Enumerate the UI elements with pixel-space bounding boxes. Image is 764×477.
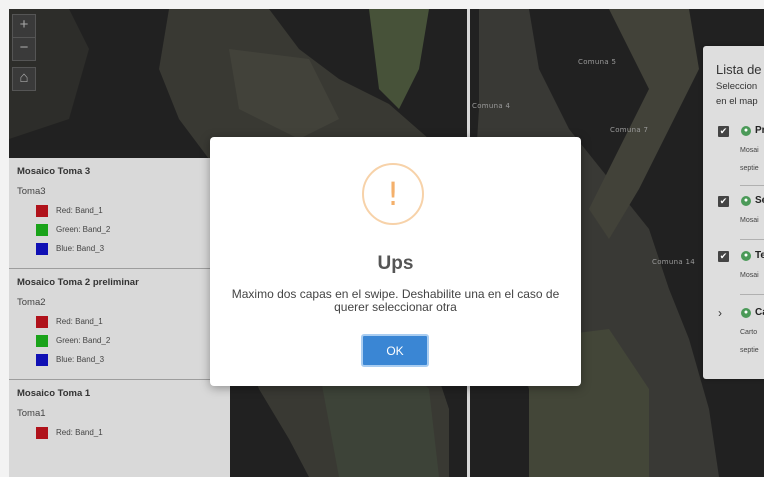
warning-icon: ! [362,163,424,225]
legend-row-label: Red: Band_1 [56,428,103,437]
legend-layer-name: Toma1 [17,408,46,419]
green-swatch [36,334,48,347]
app-frame: Comuna 5 Comuna 4 Comuna 7 Comuna 14 + −… [0,0,764,477]
layer-name: Ca [755,307,764,318]
globe-icon: ● [741,308,751,318]
green-swatch [36,223,48,236]
legend-layer-name: Toma2 [17,297,46,308]
legend-title: Mosaico Toma 2 preliminar [17,277,139,288]
globe-icon: ● [741,196,751,206]
legend-row-red: Red: Band_1 [17,201,222,220]
legend-block-toma2: Mosaico Toma 2 preliminar Toma2 Red: Ban… [9,277,230,369]
layer-progress-line [740,294,764,295]
ok-button[interactable]: OK [361,334,429,367]
layer-name: Pr [755,125,764,136]
layer-desc-2: septie [740,347,759,354]
layer-list-panel: Lista de Seleccion en el map ✔ ● Pr Mosa… [703,46,764,379]
dialog-title: Ups [377,253,414,274]
alert-dialog: ! Ups Maximo dos capas en el swipe. Desh… [210,137,581,386]
layer-list-subtitle: Seleccion [716,81,758,92]
layer-list-title: Lista de [716,62,762,77]
legend-divider [9,379,230,380]
legend-row-label: Blue: Band_3 [56,355,105,364]
layer-list-subtitle-2: en el map [716,96,758,107]
red-swatch [36,204,48,217]
legend-title: Mosaico Toma 3 [17,166,91,177]
blue-swatch [36,353,48,366]
red-swatch [36,315,48,328]
legend-row-green: Green: Band_2 [17,331,222,350]
plus-icon: + [19,16,29,33]
legend-row-label: Red: Band_1 [56,206,103,215]
layer-checkbox[interactable]: ✔ [718,196,729,207]
legend-row-label: Green: Band_2 [56,336,111,345]
legend-panel: Mosaico Toma 3 Toma3 Red: Band_1 Green: … [9,158,230,477]
layer-progress-line [740,185,764,186]
home-icon: ⌂ [19,69,29,86]
map-label-comuna-5: Comuna 5 [578,58,617,66]
layer-desc: Mosai [740,272,759,279]
layer-desc: Mosai [740,147,759,154]
globe-icon: ● [741,126,751,136]
layer-checkbox[interactable]: ✔ [718,126,729,137]
zoom-out-button[interactable]: − [12,37,36,61]
map-label-comuna-4: Comuna 4 [472,102,511,110]
zoom-in-button[interactable]: + [12,14,36,38]
home-button[interactable]: ⌂ [12,67,36,91]
globe-icon: ● [741,251,751,261]
legend-row-blue: Blue: Band_3 [17,350,222,369]
layer-checkbox[interactable]: ✔ [718,251,729,262]
legend-row-label: Blue: Band_3 [56,244,105,253]
legend-layer-name: Toma3 [17,186,46,197]
layer-name: Te [755,250,764,261]
dialog-message: Maximo dos capas en el swipe. Deshabilit… [231,287,560,314]
map-label-comuna-7: Comuna 7 [610,126,649,134]
legend-row-red: Red: Band_1 [17,423,222,442]
chevron-right-icon[interactable]: › [718,306,722,320]
legend-block-toma1: Mosaico Toma 1 Toma1 Red: Band_1 [9,388,230,442]
layer-progress-line [740,239,764,240]
legend-block-toma3: Mosaico Toma 3 Toma3 Red: Band_1 Green: … [9,166,230,258]
legend-title: Mosaico Toma 1 [17,388,91,399]
map-label-comuna-14: Comuna 14 [652,258,695,266]
legend-row-label: Green: Band_2 [56,225,111,234]
legend-divider [9,268,230,269]
layer-desc: Carto [740,329,758,336]
layer-name: Se [755,195,764,206]
blue-swatch [36,242,48,255]
legend-row-label: Red: Band_1 [56,317,103,326]
legend-row-green: Green: Band_2 [17,220,222,239]
layer-desc: Mosai [740,217,759,224]
red-swatch [36,426,48,439]
legend-row-blue: Blue: Band_3 [17,239,222,258]
minus-icon: − [19,39,29,56]
legend-row-red: Red: Band_1 [17,312,222,331]
layer-desc-2: septie [740,165,759,172]
